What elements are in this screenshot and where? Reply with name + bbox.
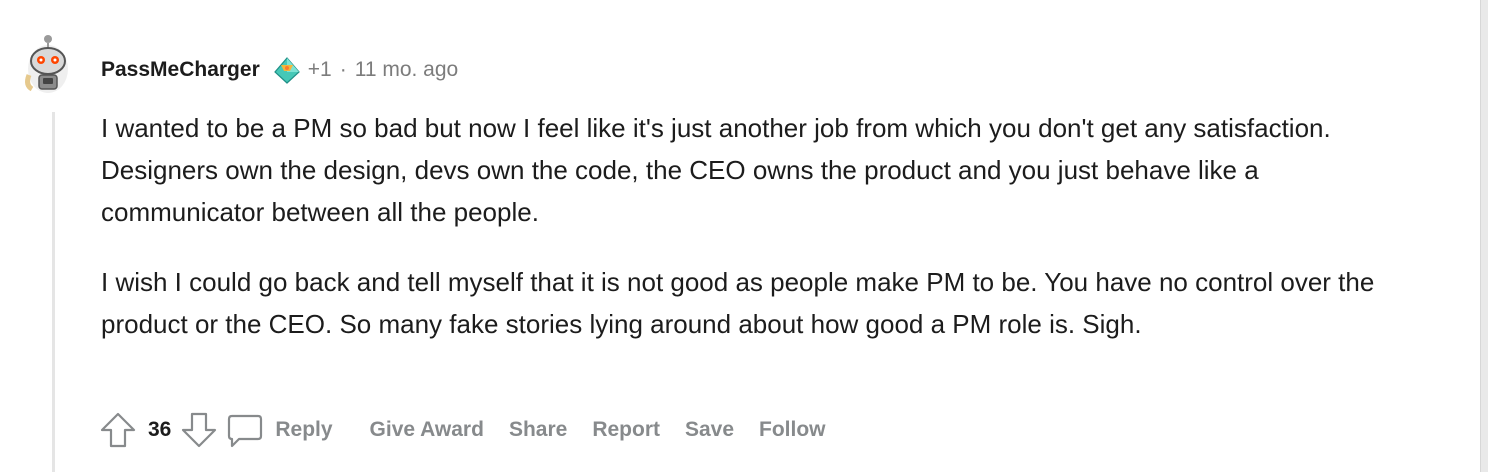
save-button[interactable]: Save: [685, 418, 734, 442]
comment-paragraph: I wish I could go back and tell myself t…: [101, 267, 1375, 339]
panel-edge: [1480, 0, 1488, 472]
give-award-button[interactable]: Give Award: [370, 418, 484, 442]
avatar[interactable]: [20, 31, 76, 99]
username-link[interactable]: PassMeCharger: [101, 58, 260, 82]
achievement-gem-icon[interactable]: [272, 55, 302, 85]
timestamp-link[interactable]: 11 mo. ago: [355, 58, 459, 82]
downvote-arrow-icon: [182, 412, 217, 448]
share-button[interactable]: Share: [509, 418, 567, 442]
downvote-button[interactable]: [179, 410, 219, 450]
comment-actions: 36 Reply Give Award Share Report Save Fo…: [98, 408, 851, 452]
follow-button[interactable]: Follow: [759, 418, 826, 442]
thread-line[interactable]: [52, 112, 55, 472]
comment-paragraph: I wanted to be a PM so bad but now I fee…: [101, 113, 1331, 227]
separator-dot: ·: [339, 58, 347, 81]
report-button[interactable]: Report: [592, 418, 660, 442]
vote-score: 36: [148, 418, 172, 441]
upvote-button[interactable]: [98, 410, 138, 450]
comment-body: I wanted to be a PM so bad but now I fee…: [101, 107, 1381, 373]
reply-label[interactable]: Reply: [275, 418, 332, 442]
comment-header: PassMeCharger +1 · 11 mo. ago: [101, 56, 458, 84]
reply-button[interactable]: Reply: [225, 410, 357, 450]
comment-bubble-icon: [228, 414, 263, 448]
upvote-arrow-icon: [100, 412, 136, 448]
snoo-avatar-icon: [25, 35, 68, 93]
karma-change: +1: [307, 58, 332, 81]
